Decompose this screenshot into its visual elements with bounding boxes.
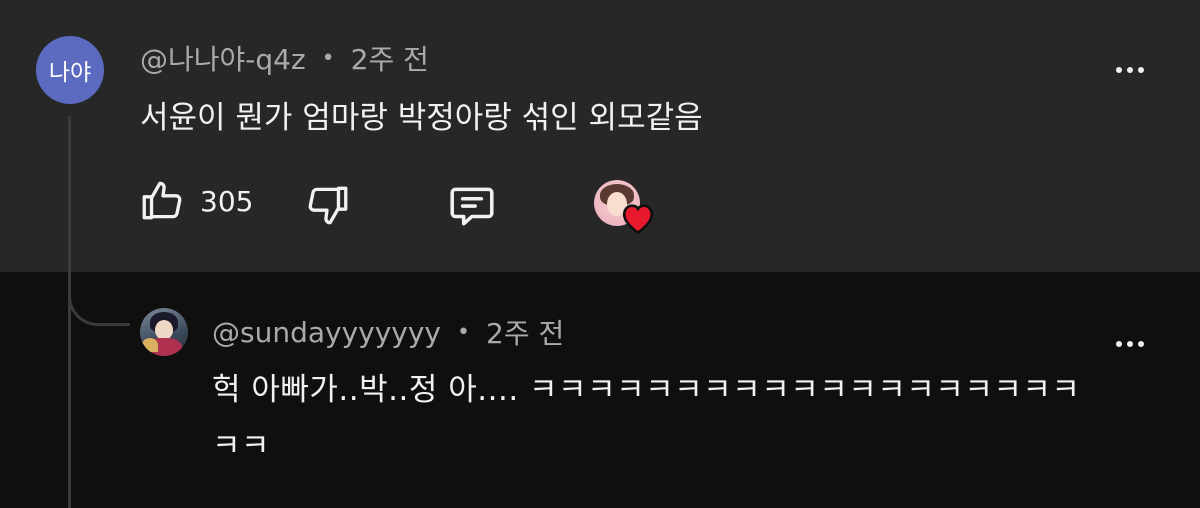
reply-text-line-1: 헉 아빠가..박..정 아.... ㅋㅋㅋㅋㅋㅋㅋㅋㅋㅋㅋㅋㅋㅋㅋㅋㅋㅋㅋ — [212, 372, 1081, 408]
like-button[interactable]: 305 — [138, 176, 253, 226]
meta-separator: • — [321, 45, 335, 71]
reply-button[interactable] — [446, 180, 498, 230]
more-options-button[interactable] — [1110, 50, 1150, 90]
like-count: 305 — [200, 184, 254, 218]
creator-heart-badge — [594, 180, 656, 234]
avatar-text: 나야 — [48, 60, 92, 86]
comment-meta: @나나야-q4z • 2주 전 — [140, 38, 429, 78]
more-options-icon — [1116, 67, 1122, 73]
thumbs-down-icon — [308, 186, 348, 225]
avatar[interactable]: 나야 — [36, 36, 104, 104]
reply-avatar[interactable] — [140, 308, 188, 356]
reply-text-line-2: ㅋㅋ — [212, 428, 271, 464]
meta-separator: • — [457, 319, 470, 345]
more-options-icon — [1116, 341, 1122, 347]
thumbs-up-icon — [142, 181, 182, 220]
comment-text: 서윤이 뭔가 엄마랑 박정아랑 섞인 외모같음 — [140, 100, 703, 136]
creator-heart-icon — [622, 204, 654, 234]
thread-line — [68, 116, 71, 508]
reply-meta: @sundayyyyyyy • 2주 전 — [212, 312, 564, 352]
reply-more-options-button[interactable] — [1110, 324, 1150, 364]
comment-reply-icon — [450, 187, 494, 226]
comment-author[interactable]: @나나야-q4z — [140, 38, 306, 78]
reply-time[interactable]: 2주 전 — [486, 312, 564, 352]
dislike-button[interactable] — [302, 180, 352, 230]
comment-time[interactable]: 2주 전 — [351, 38, 429, 78]
reply-author[interactable]: @sundayyyyyyy — [212, 316, 441, 349]
